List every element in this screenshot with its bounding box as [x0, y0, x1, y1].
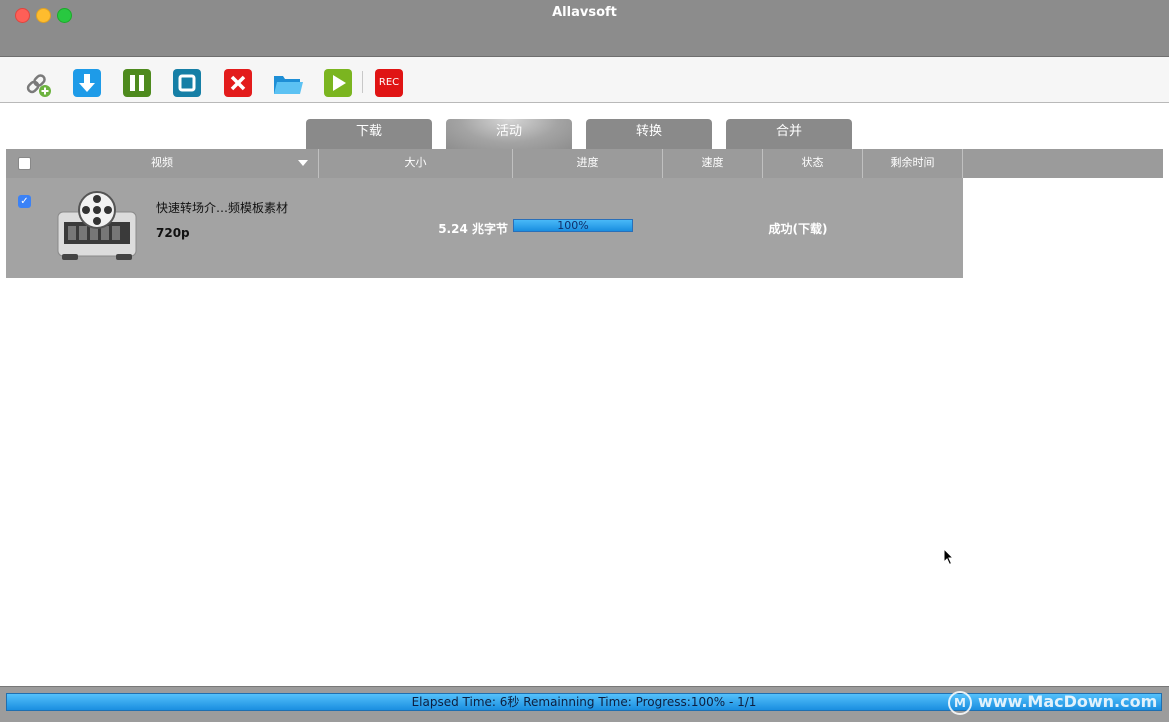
column-header-size[interactable]: 大小 — [319, 149, 513, 178]
toolbar-separator — [362, 71, 363, 93]
row-checkbox[interactable]: ✓ — [18, 195, 31, 208]
tab-active[interactable]: 活动 — [446, 119, 572, 149]
folder-icon[interactable] — [273, 69, 303, 97]
file-size: 5.24 兆字节 — [438, 222, 508, 236]
download-status: 成功(下载) — [768, 222, 828, 236]
rec-button[interactable]: REC — [375, 69, 403, 97]
video-thumbnail-icon — [54, 190, 140, 264]
row-progress-label: 100% — [557, 219, 589, 232]
column-header-progress[interactable]: 进度 — [513, 149, 663, 178]
column-header-video-label: 视频 — [151, 156, 173, 169]
tab-convert[interactable]: 转换 — [586, 119, 712, 149]
video-resolution: 720p — [156, 226, 190, 240]
download-icon[interactable] — [73, 69, 101, 97]
column-header-speed[interactable]: 速度 — [663, 149, 763, 178]
tab-download[interactable]: 下载 — [306, 119, 432, 149]
column-header-status[interactable]: 状态 — [763, 149, 863, 178]
pause-icon[interactable] — [123, 69, 151, 97]
title-bar: Allavsoft — [0, 0, 1169, 57]
play-icon[interactable] — [324, 69, 352, 97]
column-header-video[interactable]: 视频 — [6, 149, 319, 178]
delete-icon[interactable] — [224, 69, 252, 97]
rec-label: REC — [378, 77, 400, 88]
sort-dropdown-icon[interactable] — [298, 160, 308, 166]
link-add-icon[interactable] — [23, 69, 51, 97]
mouse-cursor-icon — [943, 547, 955, 570]
watermark-text: www.MacDown.com — [978, 692, 1158, 711]
column-header-remaining[interactable]: 剩余时间 — [863, 149, 963, 178]
video-title: 快速转场介…频模板素材 — [156, 201, 289, 215]
row-progress-bar: 100% — [513, 219, 633, 232]
stop-icon[interactable] — [173, 69, 201, 97]
watermark-logo: M — [948, 690, 972, 715]
watermark: Mwww.MacDown.com — [948, 689, 1163, 715]
table-row[interactable]: ✓ 快速转场介…频模板素材 720p 5.24 兆字节 100% 成功(下载) — [6, 178, 963, 278]
tab-bar: 下载 活动 转换 合并 — [0, 119, 1169, 149]
tab-merge[interactable]: 合并 — [726, 119, 852, 149]
table-header: 视频 大小 进度 速度 状态 剩余时间 — [6, 149, 1163, 178]
toolbar: REC — [0, 57, 1169, 103]
window-title: Allavsoft — [552, 5, 617, 20]
